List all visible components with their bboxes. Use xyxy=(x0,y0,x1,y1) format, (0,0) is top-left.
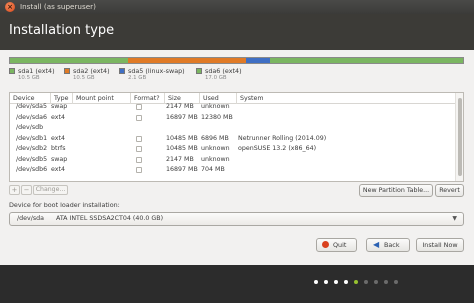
cell-device: /dev/sdb2 xyxy=(16,145,48,152)
format-checkbox[interactable] xyxy=(136,167,142,173)
table-row[interactable]: /dev/sdb xyxy=(10,123,456,134)
quit-button-label: Quit xyxy=(333,241,347,249)
remove-partition-button[interactable]: − xyxy=(21,185,32,195)
back-arrow-icon: ◀ xyxy=(373,240,380,249)
table-row[interactable]: /dev/sda5 swap 2147 MB unknown xyxy=(10,102,456,113)
page-header: Installation type xyxy=(0,14,474,50)
partition-toolbar: + − Change... New Partition Table... Rev… xyxy=(9,183,464,197)
cell-size: 10485 MB xyxy=(166,134,198,142)
bootloader-device-select[interactable]: /dev/sda ATA INTEL SSDSA2CT04 (40.0 GB) … xyxy=(9,212,464,226)
format-checkbox[interactable] xyxy=(136,114,142,121)
install-now-button[interactable]: Install Now xyxy=(416,238,464,252)
cell-device: /dev/sdb6 xyxy=(16,166,48,173)
format-checkbox[interactable] xyxy=(136,146,142,152)
table-row[interactable]: /dev/sdb2 btrfs 10485 MB unknown openSUSE 13… xyxy=(10,144,456,155)
step-dot xyxy=(374,280,378,284)
bootloader-device-description: ATA INTEL SSDSA2CT04 (40.0 GB) xyxy=(56,215,164,222)
legend-size: 17.0 GB xyxy=(205,75,227,81)
cell-size: 10485 MB xyxy=(166,145,198,152)
revert-button[interactable]: Revert xyxy=(435,184,464,197)
step-progress-indicator xyxy=(314,280,474,286)
step-dot xyxy=(364,280,368,284)
page-title: Installation type xyxy=(9,23,115,38)
cell-device: /dev/sda5 xyxy=(16,103,47,110)
back-button-label: Back xyxy=(384,241,400,249)
cell-device: /dev/sdb5 xyxy=(16,155,48,163)
table-row[interactable]: /dev/sda6 ext4 16897 MB 12380 MB xyxy=(10,113,456,124)
window-close-button[interactable]: × xyxy=(5,2,15,12)
legend-size: 10.5 GB xyxy=(18,75,40,81)
cell-type: ext4 xyxy=(51,166,65,173)
new-partition-table-button[interactable]: New Partition Table... xyxy=(359,184,433,197)
cell-type: btrfs xyxy=(51,145,66,152)
table-scrollbar[interactable] xyxy=(455,93,463,181)
cell-used: 12380 MB xyxy=(201,113,233,121)
legend-swatch xyxy=(119,68,125,74)
step-dot xyxy=(384,280,388,284)
partition-bar-segment xyxy=(245,58,271,63)
legend-swatch xyxy=(9,68,15,74)
step-dot xyxy=(334,280,338,284)
step-dot xyxy=(394,280,398,284)
cell-device: /dev/sda6 xyxy=(16,113,47,121)
partition-bar-segment xyxy=(270,58,463,63)
legend-swatch xyxy=(64,68,70,74)
cell-system: Netrunner Rolling (2014.09) xyxy=(238,134,327,142)
legend-swatch xyxy=(196,68,202,74)
window-titlebar: × Install (as superuser) xyxy=(0,0,474,14)
format-checkbox[interactable] xyxy=(136,104,142,110)
cell-type: swap xyxy=(51,103,68,110)
partition-legend: sda1 (ext4) 10.5 GB sda2 (ext4) 10.5 GB sda5… xyxy=(9,67,309,83)
cell-used: unknown xyxy=(201,103,230,110)
table-scrollbar-thumb[interactable] xyxy=(458,98,462,176)
step-dot xyxy=(324,280,328,284)
cell-size: 16897 MB xyxy=(166,166,198,173)
step-dot xyxy=(314,280,318,284)
window-title: Install (as superuser) xyxy=(20,2,96,11)
back-button[interactable]: ◀ Back xyxy=(366,238,410,252)
legend-label: sda1 (ext4) xyxy=(18,67,55,75)
change-partition-button[interactable]: Change... xyxy=(33,185,68,195)
step-dot xyxy=(344,280,348,284)
format-checkbox[interactable] xyxy=(136,156,142,163)
cell-type: swap xyxy=(51,155,68,163)
cell-size: 2147 MB xyxy=(166,103,194,110)
legend-label: sda2 (ext4) xyxy=(73,67,110,75)
quit-icon xyxy=(322,241,329,248)
main-content: sda1 (ext4) 10.5 GB sda2 (ext4) 10.5 GB sda5… xyxy=(0,50,474,265)
chevron-down-icon: ▼ xyxy=(452,215,457,222)
cell-type: ext4 xyxy=(51,134,65,142)
cell-type: ext4 xyxy=(51,113,65,121)
cell-system: openSUSE 13.2 (x86_64) xyxy=(238,145,317,152)
add-partition-button[interactable]: + xyxy=(9,185,20,195)
partition-table[interactable]: Device Type Mount point Format? Size Use… xyxy=(9,92,464,182)
bootloader-device: /dev/sda xyxy=(17,215,44,222)
partition-bar-segment xyxy=(127,58,246,63)
cell-used: 704 MB xyxy=(201,166,225,173)
table-row[interactable]: /dev/sdb5 swap 2147 MB unknown xyxy=(10,155,456,166)
legend-label: sda6 (ext4) xyxy=(205,67,242,75)
cell-used: unknown xyxy=(201,155,230,163)
step-dot xyxy=(354,280,358,284)
installer-footer xyxy=(0,265,474,303)
bootloader-label: Device for boot loader installation: xyxy=(9,201,120,209)
cell-size: 2147 MB xyxy=(166,155,194,163)
cell-used: unknown xyxy=(201,145,230,152)
cell-used: 6896 MB xyxy=(201,134,229,142)
table-row[interactable]: /dev/sdb1 ext4 10485 MB 6896 MB Netrunner Ro… xyxy=(10,134,456,145)
table-row[interactable]: /dev/sdb6 ext4 16897 MB 704 MB xyxy=(10,165,456,176)
legend-size: 10.5 GB xyxy=(73,75,95,81)
cell-size: 16897 MB xyxy=(166,113,198,121)
cell-device: /dev/sdb xyxy=(16,124,44,131)
partition-usage-bar xyxy=(9,57,464,64)
cell-device: /dev/sdb1 xyxy=(16,134,48,142)
legend-size: 2.1 GB xyxy=(128,75,147,81)
format-checkbox[interactable] xyxy=(136,135,142,142)
quit-button[interactable]: Quit xyxy=(316,238,357,252)
partition-bar-segment xyxy=(10,58,128,63)
legend-label: sda5 (linux-swap) xyxy=(128,67,185,75)
